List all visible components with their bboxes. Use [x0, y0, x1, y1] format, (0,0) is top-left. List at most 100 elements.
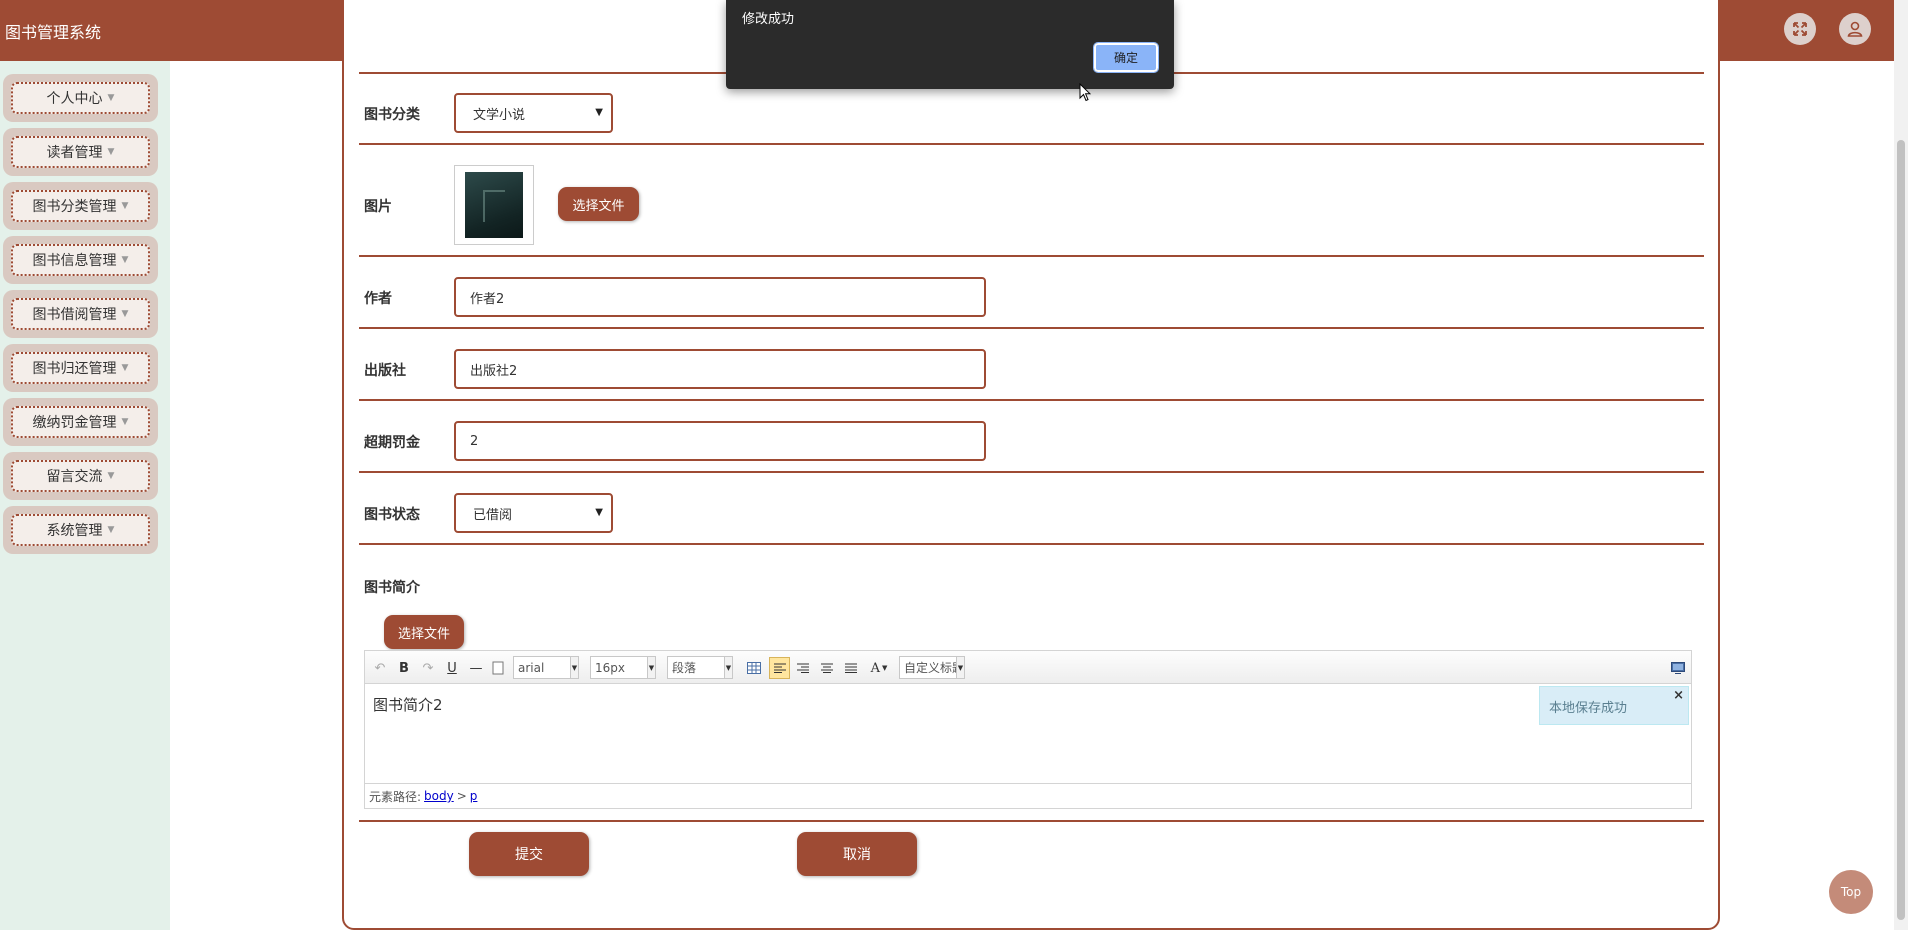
sidebar-item-reader-management[interactable]: 读者管理 ▼ [3, 128, 158, 176]
alert-dialog: 修改成功 确定 [726, 0, 1174, 89]
align-center-icon[interactable] [818, 657, 836, 679]
sidebar-item-label: 图书借阅管理 [32, 307, 117, 323]
sidebar-item-label: 缴纳罚金管理 [32, 415, 117, 431]
overdue-fine-value: 2 [470, 433, 479, 449]
publisher-value: 出版社2 [470, 363, 518, 379]
image-label: 图片 [364, 199, 392, 215]
category-label: 图书分类 [364, 107, 420, 123]
fullscreen-editor-icon[interactable] [1669, 657, 1687, 679]
book-status-label: 图书状态 [364, 507, 420, 523]
user-glyph [1847, 21, 1863, 37]
book-status-select[interactable]: 已借阅 ▼ [454, 493, 613, 533]
close-icon[interactable]: × [1673, 688, 1684, 703]
overdue-fine-input[interactable]: 2 [454, 421, 986, 461]
publisher-input[interactable]: 出版社2 [454, 349, 986, 389]
paragraph-format-select[interactable]: 段落 ▼ [667, 656, 733, 679]
category-select-value: 文学小说 [473, 107, 526, 123]
chevron-down-icon: ▼ [595, 107, 603, 118]
document-glyph [492, 661, 504, 675]
redo-icon[interactable]: ↷ [419, 657, 437, 679]
sidebar-item-label: 留言交流 [46, 469, 103, 485]
sidebar: 个人中心 ▼ 读者管理 ▼ 图书分类管理 ▼ 图书信息管理 ▼ 图书借阅管理 ▼ 图书归还… [0, 61, 170, 930]
custom-title-select[interactable]: 自定义标题▼ [899, 656, 965, 679]
sidebar-item-messages[interactable]: 留言交流 ▼ [3, 452, 158, 500]
scrollbar-thumb[interactable] [1897, 140, 1905, 920]
align-left-icon[interactable] [769, 657, 790, 679]
category-select[interactable]: 文学小说 ▼ [454, 93, 613, 133]
align-justify-glyph [845, 663, 857, 673]
editor-paragraph: 图书简介2 [373, 696, 443, 714]
caret-down-icon: ▼ [107, 147, 115, 157]
submit-button[interactable]: 提交 [469, 832, 589, 876]
underline-icon[interactable]: U [443, 657, 461, 679]
align-right-icon[interactable] [794, 657, 812, 679]
align-justify-icon[interactable] [842, 657, 860, 679]
table-icon[interactable] [745, 657, 763, 679]
book-cover-thumbnail[interactable] [454, 165, 534, 245]
rich-text-editor: ↶ B ↷ U — arial▼ 16px▼ 段落▼ A▼ 自定义标题▼ 图书简 [364, 650, 1692, 809]
font-color-icon[interactable]: A ▼ [866, 657, 892, 679]
publisher-label: 出版社 [364, 363, 406, 379]
sidebar-item-category-management[interactable]: 图书分类管理 ▼ [3, 182, 158, 230]
sidebar-item-label: 图书分类管理 [32, 199, 117, 215]
caret-down-icon: ▼ [107, 525, 115, 535]
paste-plain-icon[interactable] [490, 657, 506, 679]
monitor-glyph [1671, 662, 1685, 674]
page-scrollbar[interactable] [1894, 0, 1908, 930]
back-to-top-button[interactable]: Top [1829, 870, 1873, 914]
form-divider [359, 399, 1704, 401]
caret-down-icon: ▼ [121, 309, 129, 319]
sidebar-item-return-management[interactable]: 图书归还管理 ▼ [3, 344, 158, 392]
form-divider [359, 820, 1704, 822]
editor-content-area[interactable]: 图书简介2 [365, 684, 1691, 784]
form-divider [359, 471, 1704, 473]
choose-image-file-button[interactable]: 选择文件 [558, 187, 639, 221]
local-save-toast: 本地保存成功 × [1539, 686, 1689, 725]
cancel-button[interactable]: 取消 [797, 832, 917, 876]
sidebar-item-personal-center[interactable]: 个人中心 ▼ [3, 74, 158, 122]
fullscreen-glyph [1793, 22, 1807, 36]
sidebar-item-borrow-management[interactable]: 图书借阅管理 ▼ [3, 290, 158, 338]
custom-title-value: 自定义标题 [904, 661, 958, 675]
caret-down-icon: ▼ [121, 255, 129, 265]
chevron-down-icon: ▼ [956, 656, 965, 679]
fullscreen-icon[interactable] [1784, 13, 1816, 45]
sidebar-item-fine-management[interactable]: 缴纳罚金管理 ▼ [3, 398, 158, 446]
intro-upload-file-button[interactable]: 选择文件 [384, 615, 464, 649]
font-family-select[interactable]: arial ▼ [513, 656, 579, 679]
align-center-glyph [821, 663, 833, 673]
book-cover-image [465, 172, 523, 238]
app-title: 图书管理系统 [5, 23, 102, 42]
chevron-down-icon: ▼ [595, 507, 603, 518]
alert-message: 修改成功 [742, 12, 795, 27]
chevron-down-icon: ▼ [570, 656, 579, 679]
editor-element-path: 元素路径: body > p [365, 783, 1691, 808]
alert-ok-button[interactable]: 确定 [1093, 42, 1159, 73]
sidebar-item-label: 系统管理 [46, 523, 103, 539]
chevron-down-icon: ▼ [724, 656, 733, 679]
book-intro-label: 图书简介 [364, 580, 420, 596]
book-status-value: 已借阅 [473, 507, 513, 523]
paragraph-format-value: 段落 [672, 661, 697, 675]
align-left-glyph [773, 663, 786, 673]
table-glyph [747, 662, 761, 674]
form-divider [359, 327, 1704, 329]
caret-down-icon: ▼ [121, 417, 129, 427]
caret-down-icon: ▼ [107, 471, 115, 481]
author-input[interactable]: 作者2 [454, 277, 986, 317]
user-avatar-icon[interactable] [1839, 13, 1871, 45]
align-right-glyph [797, 663, 809, 673]
font-size-select[interactable]: 16px ▼ [590, 656, 656, 679]
caret-down-icon: ▼ [121, 363, 129, 373]
editor-toolbar: ↶ B ↷ U — arial▼ 16px▼ 段落▼ A▼ 自定义标题▼ [365, 651, 1691, 684]
element-path-body-link[interactable]: body [424, 789, 454, 803]
form-divider [359, 143, 1704, 145]
horizontal-rule-icon[interactable]: — [467, 657, 485, 679]
element-path-p-link[interactable]: p [470, 789, 478, 803]
caret-down-icon: ▼ [121, 201, 129, 211]
bold-icon[interactable]: B [395, 657, 413, 679]
sidebar-item-system-management[interactable]: 系统管理 ▼ [3, 506, 158, 554]
sidebar-item-book-info-management[interactable]: 图书信息管理 ▼ [3, 236, 158, 284]
element-path-label: 元素路径: [369, 789, 422, 804]
undo-icon[interactable]: ↶ [371, 657, 389, 679]
